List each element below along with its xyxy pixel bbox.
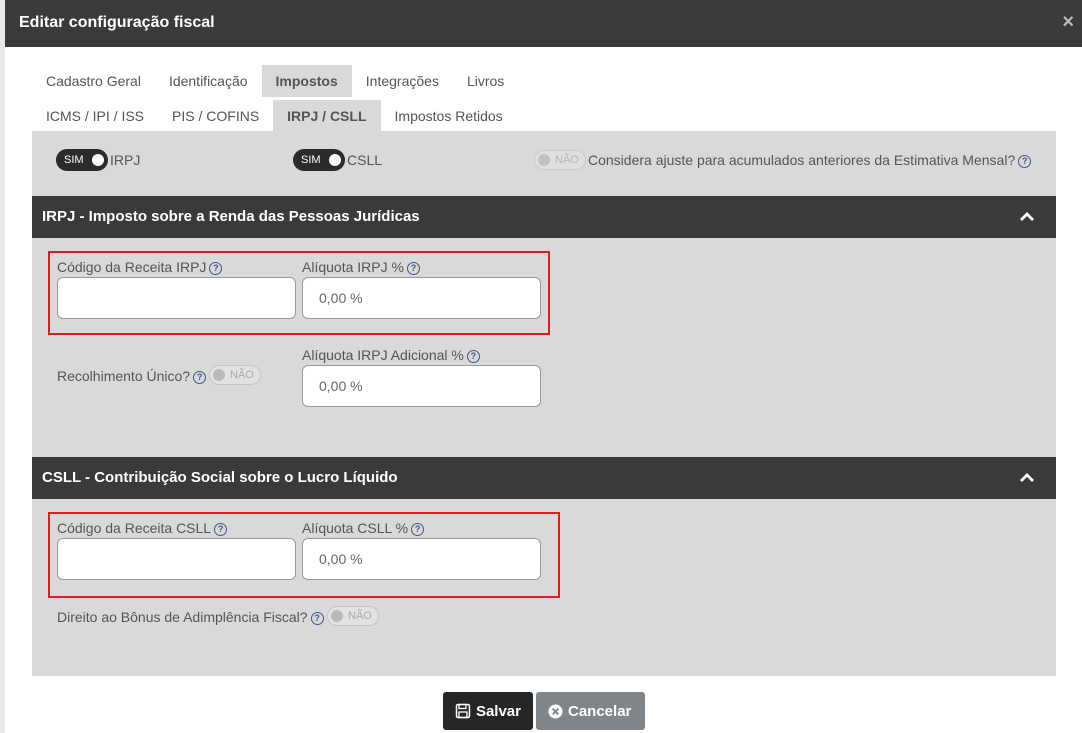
chevron-up-icon[interactable]	[1016, 206, 1038, 228]
fiscal-config-dialog: Editar configuração fiscal × Cadastro Ge…	[5, 0, 1082, 733]
sub-tabs: ICMS / IPI / ISS PIS / COFINS IRPJ / CSL…	[32, 100, 517, 132]
help-icon[interactable]: ?	[310, 611, 324, 625]
csll-aliquota-label: Alíquota CSLL %?	[302, 520, 425, 536]
csll-codigo-input[interactable]	[57, 538, 296, 580]
irpj-section-header[interactable]: IRPJ - Imposto sobre a Renda das Pessoas…	[32, 196, 1056, 238]
csll-toggle[interactable]: SIM	[293, 149, 345, 171]
ajuste-toggle[interactable]: NÃO	[534, 150, 586, 170]
dialog-title: Editar configuração fiscal	[19, 14, 215, 31]
irpj-aliquota-input[interactable]: 0,00 %	[302, 277, 541, 319]
irpj-adicional-label-text: Alíquota IRPJ Adicional %	[302, 347, 464, 363]
toggle-knob	[91, 154, 104, 166]
ajuste-toggle-state: NÃO	[555, 154, 579, 166]
csll-aliquota-input[interactable]: 0,00 %	[302, 538, 541, 580]
recolhimento-label-text: Recolhimento Único?	[57, 368, 191, 384]
csll-toggle-state: SIM	[301, 154, 321, 166]
cancel-button[interactable]: Cancelar	[536, 692, 645, 730]
tab-livros[interactable]: Livros	[453, 65, 518, 97]
irpj-section-title: IRPJ - Imposto sobre a Renda das Pessoas…	[42, 208, 420, 225]
irpj-aliquota-label: Alíquota IRPJ %?	[302, 259, 420, 275]
help-icon[interactable]: ?	[193, 370, 207, 384]
help-icon[interactable]: ?	[466, 349, 480, 363]
bonus-toggle-state: NÃO	[348, 610, 372, 622]
tab-impostos-retidos[interactable]: Impostos Retidos	[381, 100, 517, 132]
bonus-label-text: Direito ao Bônus de Adimplência Fiscal?	[57, 609, 308, 625]
tab-cadastro-geral[interactable]: Cadastro Geral	[32, 65, 155, 97]
toggle-knob	[328, 154, 341, 166]
irpj-adicional-label: Alíquota IRPJ Adicional %?	[302, 347, 480, 363]
irpj-toggle-state: SIM	[64, 154, 84, 166]
main-tabs: Cadastro Geral Identificação Impostos In…	[32, 65, 518, 97]
recolhimento-toggle[interactable]: NÃO	[209, 365, 261, 385]
irpj-aliquota-label-text: Alíquota IRPJ %	[302, 259, 404, 275]
toggle-knob	[331, 610, 343, 622]
irpj-codigo-label: Código da Receita IRPJ?	[57, 259, 223, 275]
csll-section-header[interactable]: CSLL - Contribuição Social sobre o Lucro…	[32, 457, 1056, 499]
chevron-up-icon[interactable]	[1016, 467, 1038, 489]
csll-codigo-label-text: Código da Receita CSLL	[57, 520, 212, 536]
toggle-knob	[538, 154, 550, 166]
csll-toggle-label: CSLL	[347, 152, 383, 168]
cancel-button-label: Cancelar	[568, 702, 632, 720]
tab-impostos[interactable]: Impostos	[261, 65, 352, 97]
cancel-icon	[548, 703, 563, 719]
tab-icms-ipi-iss[interactable]: ICMS / IPI / ISS	[32, 100, 158, 132]
irpj-toggle[interactable]: SIM	[56, 149, 108, 171]
help-icon[interactable]: ?	[214, 522, 228, 536]
csll-aliquota-label-text: Alíquota CSLL %	[302, 520, 409, 536]
help-icon[interactable]: ?	[209, 261, 223, 275]
irpj-codigo-input[interactable]	[57, 277, 296, 319]
csll-section-title: CSLL - Contribuição Social sobre o Lucro…	[42, 469, 398, 486]
help-icon[interactable]: ?	[406, 261, 420, 275]
help-icon[interactable]: ?	[411, 522, 425, 536]
save-button[interactable]: Salvar	[443, 692, 533, 730]
toggle-knob	[213, 369, 225, 381]
save-icon	[455, 703, 471, 719]
tab-integracoes[interactable]: Integrações	[352, 65, 453, 97]
help-icon[interactable]: ?	[1018, 154, 1032, 168]
recolhimento-toggle-state: NÃO	[230, 369, 254, 381]
recolhimento-label: Recolhimento Único??	[57, 368, 207, 384]
save-button-label: Salvar	[475, 702, 521, 720]
ajuste-label: Considera ajuste para acumulados anterio…	[588, 152, 1032, 168]
tab-pis-cofins[interactable]: PIS / COFINS	[158, 100, 273, 132]
tab-irpj-csll[interactable]: IRPJ / CSLL	[273, 100, 381, 132]
irpj-toggle-label: IRPJ	[110, 152, 141, 168]
close-icon[interactable]: ×	[1062, 12, 1074, 32]
csll-codigo-label: Código da Receita CSLL?	[57, 520, 228, 536]
bonus-toggle[interactable]: NÃO	[327, 606, 379, 626]
bonus-label: Direito ao Bônus de Adimplência Fiscal??	[57, 609, 324, 625]
tab-content-panel: SIM IRPJ SIM CSLL NÃO Considera ajuste p…	[32, 131, 1056, 676]
dialog-titlebar: Editar configuração fiscal ×	[5, 0, 1082, 47]
irpj-codigo-label-text: Código da Receita IRPJ	[57, 259, 207, 275]
irpj-adicional-input[interactable]: 0,00 %	[302, 365, 541, 407]
tab-identificacao[interactable]: Identificação	[155, 65, 262, 97]
ajuste-label-text: Considera ajuste para acumulados anterio…	[588, 152, 1016, 168]
